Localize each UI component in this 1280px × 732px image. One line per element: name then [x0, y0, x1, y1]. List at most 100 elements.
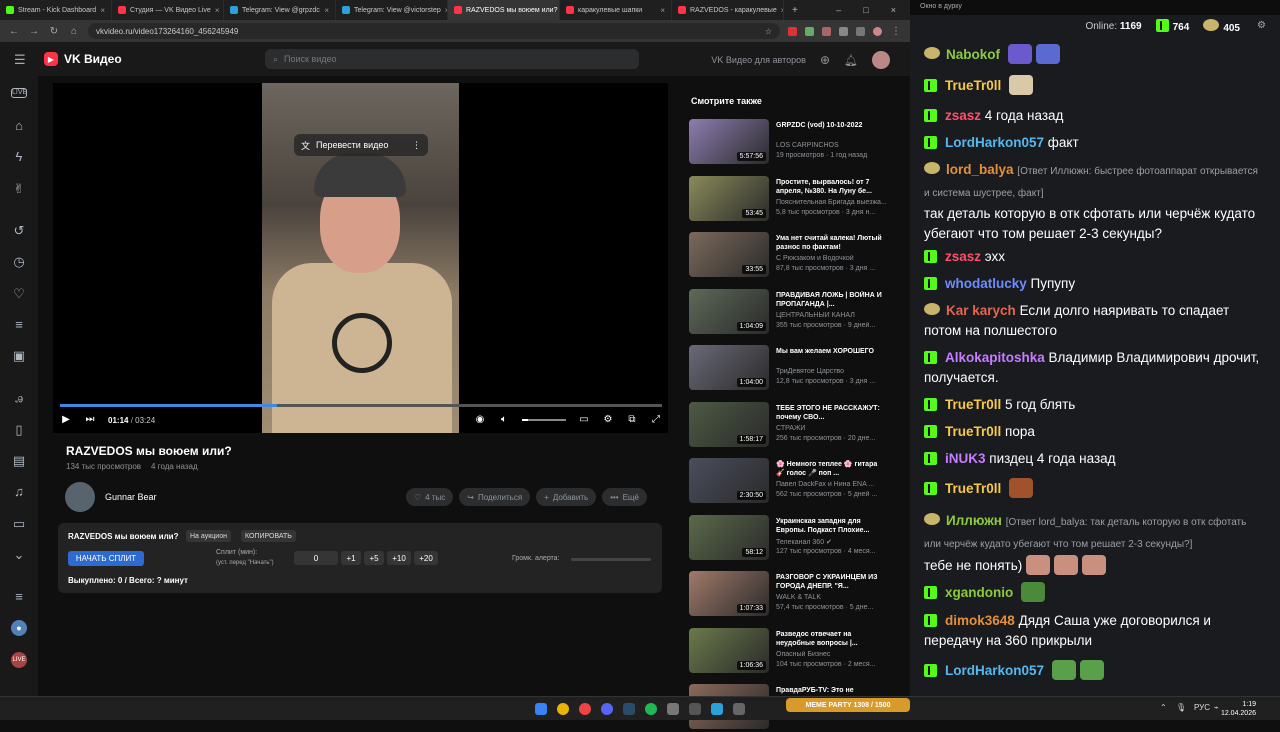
recommendation-channel[interactable]: Пояснительная Бригада выезжа... — [776, 199, 886, 206]
chat-username[interactable]: TrueTr0ll — [945, 397, 1001, 412]
recommendation-channel[interactable]: ЦЕНТРАЛЬНЫЙ КАНАЛ — [776, 312, 886, 319]
reload-icon[interactable]: ↻ — [48, 26, 60, 37]
recommendation-thumbnail[interactable]: 58:12 — [689, 514, 769, 560]
recommendation-card[interactable]: 1:58:17 ТЕБЕ ЭТОГО НЕ РАССКАЖУТ: почему С… — [689, 401, 899, 450]
tv-icon[interactable]: ▭ — [11, 516, 27, 532]
chat-username[interactable]: LordHarkon057 — [945, 663, 1044, 678]
tab-vk-studio[interactable]: Студия — VK Видео Live × — [112, 0, 224, 20]
spotify-icon[interactable] — [645, 703, 657, 715]
plus-1-button[interactable]: +1 — [341, 551, 361, 565]
plus-10-button[interactable]: +10 — [387, 551, 411, 565]
extension-icon[interactable] — [805, 26, 814, 36]
subtitles-icon[interactable]: ▭ — [578, 414, 590, 426]
recommendation-thumbnail[interactable]: 53:45 — [689, 175, 769, 221]
tab-kick-dashboard[interactable]: Stream - Kick Dashboard × — [0, 0, 112, 20]
steam-icon[interactable] — [623, 703, 635, 715]
recommendation-card[interactable]: 1:06:36 Разведос отвечает на неудобные во… — [689, 627, 899, 676]
more-button[interactable]: ••• Ещё — [602, 488, 647, 506]
for-authors-link[interactable]: VK Видео для авторов — [711, 55, 806, 65]
network-volume-icon[interactable]: ⌁ — [1214, 703, 1219, 712]
fullscreen-icon[interactable]: ⤢ — [650, 414, 662, 426]
tab-telegram-victorstep[interactable]: Telegram: View @victorstep× — [336, 0, 448, 20]
recommendation-card[interactable]: 53:45 Простите, вырвалось! от 7 апреля, №… — [689, 175, 899, 224]
more-dots-icon[interactable]: ⋮ — [412, 140, 421, 151]
chat-username[interactable]: Иллюжн — [946, 513, 1002, 528]
extension-icon[interactable] — [788, 26, 797, 36]
obs-icon[interactable] — [579, 703, 591, 715]
close-icon[interactable]: × — [215, 6, 220, 15]
recommendation-channel[interactable]: LOS CARPINCHOS — [776, 142, 886, 149]
chat-username[interactable]: Alkokapitoshka — [945, 350, 1045, 365]
recommendation-title[interactable]: ПРАВДИВАЯ ЛОЖЬ | ВОЙНА И ПРОПАГАНДА |... — [776, 291, 886, 309]
avatar[interactable] — [872, 51, 890, 69]
chat-username[interactable]: xgandonio — [945, 585, 1013, 600]
recommendation-card[interactable]: 1:07:33 РАЗГОВОР С УКРАИНЦЕМ ИЗ ГОРОДА ДН… — [689, 571, 899, 619]
trending-bolt-icon[interactable]: ϟ — [11, 149, 27, 165]
chat-username[interactable]: zsasz — [945, 249, 981, 264]
close-icon[interactable]: × — [324, 6, 329, 15]
recommendation-channel[interactable]: С Рюкзаком и Водочкой — [776, 255, 886, 262]
language-indicator[interactable]: РУС — [1194, 703, 1210, 712]
history-icon[interactable]: ↺ — [11, 223, 27, 239]
recommendation-title[interactable]: Украинская западня для Европы. Подкаст П… — [776, 517, 886, 535]
download-icon[interactable] — [856, 26, 865, 36]
recommendation-card[interactable]: 33:55 Ума нет считай калека! Лютый разнос… — [689, 232, 899, 280]
picture-in-picture-icon[interactable]: ⧉ — [626, 414, 638, 426]
settings-gear-icon[interactable]: ⚙ — [602, 414, 614, 426]
recommendation-channel[interactable]: Павел DackFax и Нина ENA ... — [776, 481, 886, 488]
chat-username[interactable]: dimok3648 — [945, 613, 1015, 628]
menu-dots-icon[interactable]: ⋮ — [890, 26, 902, 37]
app-icon[interactable] — [689, 703, 701, 715]
star-icon[interactable]: ☆ — [765, 27, 772, 36]
recommendation-title[interactable]: Простите, вырвалось! от 7 апреля, №380. … — [776, 178, 886, 196]
tab-razvedos-karakul[interactable]: RAZVEDOS - каракулевые× — [672, 0, 784, 20]
split-minutes-input[interactable]: 0 — [294, 551, 338, 565]
translate-video-button[interactable]: 文 Перевести видео ⋮ — [294, 134, 428, 156]
playlists-icon[interactable]: ≡ — [11, 317, 27, 333]
extensions-puzzle-icon[interactable] — [839, 26, 848, 36]
recommendation-thumbnail[interactable]: 1:07:33 — [689, 571, 769, 616]
tab-razvedos-video[interactable]: RAZVEDOS мы воюем или?× — [448, 0, 560, 20]
channel-name[interactable]: Gunnar Bear — [105, 492, 157, 502]
back-icon[interactable]: ← — [8, 26, 20, 37]
kids-icon[interactable]: ꭿ — [11, 390, 27, 406]
next-icon[interactable]: ⏭ — [84, 414, 96, 426]
recommendation-title[interactable]: РАЗГОВОР С УКРАИНЦЕМ ИЗ ГОРОДА ДНЕПР. "Я… — [776, 573, 886, 591]
share-button[interactable]: ↪ Поделиться — [459, 488, 531, 506]
tab-karakul-hats[interactable]: каракулевые шапки × — [560, 0, 672, 20]
close-icon[interactable]: × — [660, 6, 665, 15]
close-window-icon[interactable]: × — [891, 5, 896, 15]
recommendation-card[interactable]: 1:04:00 Мы вам желаем ХОРОШЕГО ТриДевятое … — [689, 345, 899, 393]
meme-party-overlay[interactable]: MEME PARTY 1308 / 1500 — [786, 698, 910, 712]
recommendation-title[interactable]: Ума нет считай калека! Лютый разнос по ф… — [776, 234, 886, 252]
user-avatar-icon[interactable]: ● — [11, 620, 27, 636]
extension-icon[interactable] — [822, 26, 831, 36]
recommendation-title[interactable]: ТЕБЕ ЭТОГО НЕ РАССКАЖУТ: почему СВО... — [776, 404, 886, 422]
recommendation-card[interactable]: 1:04:09 ПРАВДИВАЯ ЛОЖЬ | ВОЙНА И ПРОПАГАН… — [689, 288, 899, 337]
plus-20-button[interactable]: +20 — [414, 551, 438, 565]
play-icon[interactable]: ▶ — [60, 414, 72, 426]
plus-5-button[interactable]: +5 — [364, 551, 384, 565]
mic-icon[interactable]: 🎙︎ — [1176, 703, 1186, 712]
chat-username[interactable]: TrueTr0ll — [945, 78, 1001, 93]
book-icon[interactable]: ▯ — [11, 422, 27, 438]
channel-info[interactable]: Gunnar Bear — [65, 482, 157, 512]
subscriptions-list-icon[interactable]: ≡ — [11, 589, 27, 605]
recommendation-card[interactable]: 58:12 Украинская западня для Европы. Подк… — [689, 514, 899, 563]
recommendation-title[interactable]: Мы вам желаем ХОРОШЕГО — [776, 347, 886, 356]
recommendation-thumbnail[interactable]: 1:06:36 — [689, 627, 769, 673]
url-field[interactable]: vkvideo.ru/video173264160_456245949 ☆ — [88, 23, 780, 39]
maximize-icon[interactable]: □ — [863, 5, 868, 15]
recommendation-channel[interactable]: Телеканал 360 ✔ — [776, 538, 886, 546]
recommendation-title[interactable]: GRPZDC (vod) 10-10-2022 — [776, 121, 886, 130]
search-input[interactable]: ⌕ Поиск видео — [265, 49, 639, 69]
upload-icon[interactable]: ⊕ — [820, 53, 830, 67]
chat-username[interactable]: LordHarkon057 — [945, 135, 1044, 150]
tray-chevron-icon[interactable]: ⌃ — [1160, 703, 1167, 712]
recommendation-thumbnail[interactable]: 1:04:09 — [689, 288, 769, 334]
chat-username[interactable]: zsasz — [945, 108, 981, 123]
start-split-button[interactable]: НАЧАТЬ СПЛИТ — [68, 551, 144, 566]
recommendation-thumbnail[interactable]: 2:30:50 — [689, 458, 769, 503]
chat-username[interactable]: lord_balya — [946, 162, 1014, 177]
recommendation-thumbnail[interactable]: 1:58:17 — [689, 401, 769, 447]
